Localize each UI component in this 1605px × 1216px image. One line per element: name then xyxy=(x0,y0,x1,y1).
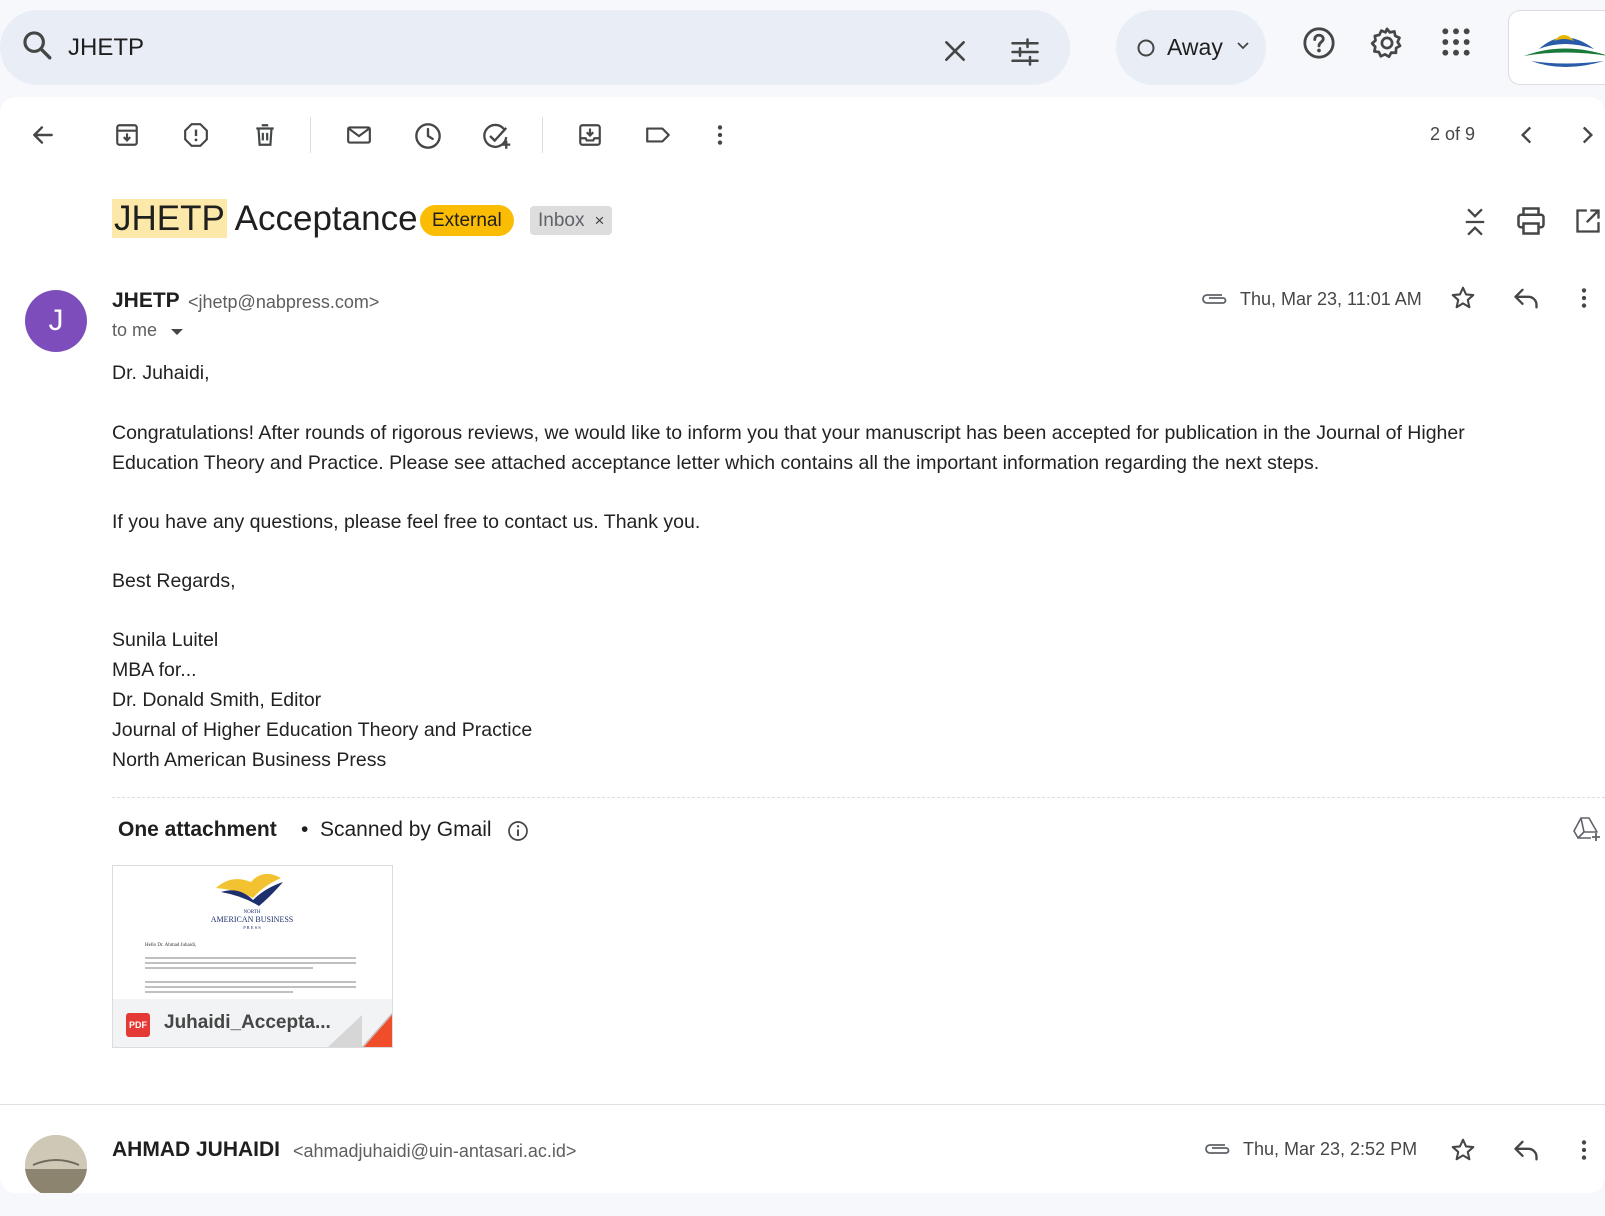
attachment-count: One attachment xyxy=(118,818,277,841)
reply-icon[interactable] xyxy=(1512,285,1540,311)
pdf-preview-thumbnail: NORTH AMERICAN BUSINESS P R E S S Hello … xyxy=(145,873,356,993)
caret-down-icon[interactable] xyxy=(170,328,184,336)
reply-sender-name[interactable]: AHMAD JUHAIDI xyxy=(112,1138,280,1162)
scanned-by-gmail: Scanned by Gmail xyxy=(320,818,492,841)
snooze-icon[interactable] xyxy=(414,122,442,150)
settings-gear-icon[interactable] xyxy=(1370,26,1404,60)
reply-icon[interactable] xyxy=(1512,1137,1540,1163)
signature-line-2: MBA for... xyxy=(112,659,197,681)
body-paragraph-2: If you have any questions, please feel f… xyxy=(112,511,701,533)
attachment-clip-icon xyxy=(1200,290,1228,308)
sender-avatar[interactable]: J xyxy=(25,290,87,352)
star-icon[interactable] xyxy=(1450,1137,1476,1163)
reply-sender-avatar[interactable] xyxy=(25,1135,87,1193)
toolbar-divider xyxy=(310,117,311,153)
preview-logo-line-2: AMERICAN BUSINESS xyxy=(211,915,293,924)
subject-highlight: JHETP xyxy=(112,199,227,238)
page-fold-icon xyxy=(328,1013,392,1047)
preview-logo-line-3: P R E S S xyxy=(243,925,261,930)
attachment-divider xyxy=(112,797,1605,798)
body-greeting: Dr. Juhaidi, xyxy=(112,362,210,384)
sender-name[interactable]: JHETP xyxy=(112,289,180,313)
preview-text-lines xyxy=(145,957,356,993)
chevron-down-icon xyxy=(1236,41,1250,51)
print-icon[interactable] xyxy=(1516,207,1546,235)
status-selector[interactable]: Away xyxy=(1116,10,1266,85)
preview-salutation: Hello Dr. Ahmad Juhaidi, xyxy=(145,943,196,948)
account-logo-button[interactable] xyxy=(1508,10,1605,85)
email-subject: JHETP Acceptance xyxy=(112,199,418,239)
open-new-window-icon[interactable] xyxy=(1574,207,1602,235)
status-away-icon xyxy=(1136,38,1156,58)
chevron-right-icon[interactable] xyxy=(1577,122,1597,148)
add-task-icon[interactable] xyxy=(482,122,512,150)
apps-grid-icon[interactable] xyxy=(1440,26,1472,58)
attachment-card[interactable]: NORTH AMERICAN BUSINESS P R E S S Hello … xyxy=(112,865,393,1048)
message-view: 2 of 9 JHETP Acceptance External Inbox ×… xyxy=(0,97,1605,1193)
signature-line-5: North American Business Press xyxy=(112,749,387,771)
institution-logo-icon xyxy=(1524,35,1605,67)
collapse-all-icon[interactable] xyxy=(1463,207,1487,237)
more-vert-icon[interactable] xyxy=(710,122,730,148)
mark-unread-icon[interactable] xyxy=(345,122,373,148)
recipient-summary[interactable]: to me xyxy=(112,320,157,341)
external-badge: External xyxy=(420,205,514,236)
inbox-label-text: Inbox xyxy=(538,210,585,231)
back-arrow-icon[interactable] xyxy=(30,122,56,148)
attachment-filename[interactable]: Juhaidi_Accepta... xyxy=(164,1012,331,1034)
remove-label-icon[interactable]: × xyxy=(594,206,604,235)
reply-date: Thu, Mar 23, 2:52 PM xyxy=(1243,1139,1418,1159)
chevron-left-icon[interactable] xyxy=(1517,122,1537,148)
message-more-icon[interactable] xyxy=(1577,1137,1591,1163)
report-spam-icon[interactable] xyxy=(183,122,209,148)
status-label: Away xyxy=(1167,34,1223,60)
attachment-clip-icon xyxy=(1203,1140,1231,1158)
tune-icon[interactable] xyxy=(1010,38,1040,66)
archive-icon[interactable] xyxy=(114,122,140,148)
message-divider xyxy=(0,1104,1605,1105)
signature-line-3: Dr. Donald Smith, Editor xyxy=(112,689,322,711)
pdf-file-icon: PDF xyxy=(126,1013,150,1037)
inbox-label-chip[interactable]: Inbox × xyxy=(530,206,613,235)
label-icon[interactable] xyxy=(644,122,672,148)
search-input[interactable]: JHETP xyxy=(68,34,144,62)
body-paragraph-1-line-2: Education Theory and Practice. Please se… xyxy=(112,452,1320,474)
search-icon[interactable] xyxy=(20,28,54,62)
close-icon[interactable] xyxy=(942,38,968,64)
delete-icon[interactable] xyxy=(252,122,278,148)
message-date: Thu, Mar 23, 11:01 AM xyxy=(1240,289,1422,309)
add-to-drive-icon[interactable] xyxy=(1572,815,1602,843)
search-bar[interactable]: JHETP xyxy=(0,10,1070,85)
body-paragraph-1-line-1: Congratulations! After rounds of rigorou… xyxy=(112,422,1465,444)
signature-line-1: Sunila Luitel xyxy=(112,629,219,651)
move-to-icon[interactable] xyxy=(577,122,603,148)
subject-rest: Acceptance xyxy=(226,199,418,238)
star-icon[interactable] xyxy=(1450,285,1476,311)
info-icon[interactable] xyxy=(507,820,529,842)
signature-line-4: Journal of Higher Education Theory and P… xyxy=(112,719,533,741)
attachment-preview: NORTH AMERICAN BUSINESS P R E S S Hello … xyxy=(113,866,392,999)
sender-email: <jhetp@nabpress.com> xyxy=(188,292,380,312)
attachment-separator: • xyxy=(301,818,309,841)
toolbar-divider xyxy=(542,117,543,153)
body-closing: Best Regards, xyxy=(112,570,236,592)
reply-sender-email: <ahmadjuhaidi@uin-antasari.ac.id> xyxy=(293,1141,577,1161)
message-more-icon[interactable] xyxy=(1577,285,1591,311)
help-icon[interactable] xyxy=(1302,26,1336,60)
pager-count: 2 of 9 xyxy=(1430,124,1476,144)
